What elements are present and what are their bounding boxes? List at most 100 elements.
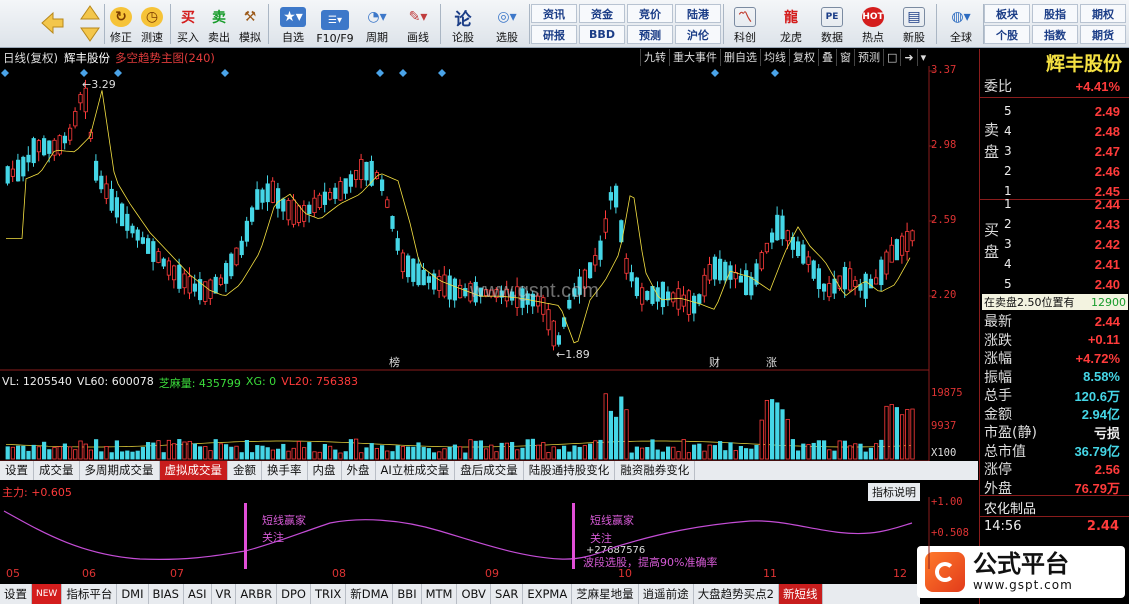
formula-tab[interactable]: BIAS bbox=[149, 584, 184, 604]
volume-bar bbox=[171, 443, 177, 460]
level: 5 bbox=[1004, 277, 1012, 291]
moving-average-button[interactable]: 均线 bbox=[760, 49, 789, 67]
indicator-tab[interactable]: 内盘 bbox=[308, 461, 342, 480]
new-stock-button[interactable]: ▤ 新股 bbox=[897, 3, 931, 45]
nine-turn-button[interactable]: 九转 bbox=[640, 49, 669, 67]
favorites-button[interactable]: ★▾ 自选 bbox=[273, 3, 313, 45]
single-stock-button[interactable]: 个股 bbox=[984, 25, 1030, 44]
news-button[interactable]: 资讯 bbox=[531, 4, 577, 23]
buy-level-row[interactable]: 1 2.44 bbox=[980, 194, 1129, 214]
sector-button[interactable]: 板块 bbox=[984, 4, 1030, 23]
formula-tab[interactable]: MTM bbox=[422, 584, 458, 604]
stock-index-button[interactable]: 股指 bbox=[1032, 4, 1078, 23]
futures-button[interactable]: 期货 bbox=[1080, 25, 1126, 44]
period-button[interactable]: ◔▾ 周期 bbox=[358, 3, 396, 45]
dragon-tiger-button[interactable]: 龍 龙虎 bbox=[774, 3, 808, 45]
sell-level-row[interactable]: 3 2.47 bbox=[980, 141, 1129, 161]
formula-tab[interactable]: 逍遥前途 bbox=[639, 584, 694, 604]
predict-button[interactable]: 预测 bbox=[854, 49, 883, 67]
sector-name[interactable]: 农化制品 bbox=[984, 498, 1036, 517]
formula-tab[interactable]: ARBR bbox=[236, 584, 278, 604]
square-icon[interactable]: □ bbox=[883, 49, 900, 67]
sell-level-row[interactable]: 5 2.49 bbox=[980, 101, 1129, 121]
indicator-tab[interactable]: 换手率 bbox=[262, 461, 308, 480]
funds-button[interactable]: 资金 bbox=[579, 4, 625, 23]
index-button[interactable]: 指数 bbox=[1032, 25, 1078, 44]
formula-tab[interactable]: DMI bbox=[117, 584, 149, 604]
adjust-button[interactable]: 复权 bbox=[789, 49, 818, 67]
new-badge[interactable]: NEW bbox=[32, 584, 63, 604]
data-button[interactable]: PE 数据 bbox=[815, 3, 849, 45]
formula-tab[interactable]: 指标平台 bbox=[62, 584, 118, 604]
shanghai-london-button[interactable]: 沪伦 bbox=[675, 25, 721, 44]
chart-canvas[interactable] bbox=[0, 66, 978, 461]
indicator-name[interactable]: 多空趋势主图(240) bbox=[115, 50, 215, 66]
buy-level-row[interactable]: 3 2.42 bbox=[980, 234, 1129, 254]
sell-level-row[interactable]: 2 2.46 bbox=[980, 161, 1129, 181]
window-button[interactable]: 窗 bbox=[836, 49, 854, 67]
hot-button[interactable]: HOT 热点 bbox=[856, 3, 890, 45]
research-button[interactable]: 研报 bbox=[531, 25, 577, 44]
overlay-button[interactable]: 叠 bbox=[818, 49, 836, 67]
kechuang-button[interactable]: 〽 科创 bbox=[728, 3, 762, 45]
back-arrow-button[interactable] bbox=[36, 6, 68, 40]
indicator-tab[interactable]: 外盘 bbox=[342, 461, 376, 480]
volume-bar bbox=[364, 447, 369, 460]
auction-button[interactable]: 竞价 bbox=[627, 4, 673, 23]
indicator-tab[interactable]: 盘后成交量 bbox=[455, 461, 524, 480]
volume-y-tick: 9937 bbox=[931, 420, 957, 432]
indicator-tab[interactable]: 金额 bbox=[228, 461, 262, 480]
formula-tab[interactable]: 芝麻星地量 bbox=[572, 584, 639, 604]
indicator-tab[interactable]: 多周期成交量 bbox=[80, 461, 160, 480]
formula-tab[interactable]: 大盘趋势买点2 bbox=[694, 584, 780, 604]
up-arrow-button[interactable] bbox=[78, 4, 102, 22]
buy-level-row[interactable]: 4 2.41 bbox=[980, 254, 1129, 274]
candle-body bbox=[255, 189, 260, 210]
draw-line-button[interactable]: ✎▾ 画线 bbox=[399, 3, 437, 45]
indicator-tab[interactable]: 虚拟成交量 bbox=[159, 461, 228, 480]
indicator-tab[interactable]: 设置 bbox=[0, 461, 34, 480]
remove-favorite-button[interactable]: 删自选 bbox=[720, 49, 760, 67]
formula-tab[interactable]: 新DMA bbox=[346, 584, 394, 604]
sell-level-row[interactable]: 4 2.48 bbox=[980, 121, 1129, 141]
bbd-button[interactable]: BBD bbox=[579, 25, 625, 44]
buy-button[interactable]: 买 买入 bbox=[173, 3, 203, 45]
formula-tab[interactable]: TRIX bbox=[311, 584, 347, 604]
formula-tab[interactable]: OBV bbox=[457, 584, 491, 604]
forecast-button[interactable]: 预测 bbox=[627, 25, 673, 44]
formula-tab[interactable]: SAR bbox=[491, 584, 524, 604]
hk-connect-button[interactable]: 陆港 bbox=[675, 4, 721, 23]
indicator-tab[interactable]: AI立桩成交量 bbox=[376, 461, 456, 480]
candle-body bbox=[36, 140, 42, 153]
down-arrow-button[interactable] bbox=[78, 25, 102, 43]
major-events-button[interactable]: 重大事件 bbox=[669, 49, 720, 67]
formula-tab[interactable]: 设置 bbox=[0, 584, 32, 604]
select-stock-button[interactable]: ◎▾ 选股 bbox=[487, 3, 527, 45]
arrow-right-icon[interactable]: ➜ bbox=[900, 49, 916, 67]
event-mark[interactable]: 财 bbox=[709, 354, 720, 370]
period-label[interactable]: 日线(复权) bbox=[3, 50, 58, 66]
indicator-tab[interactable]: 融资融券变化 bbox=[615, 461, 696, 480]
indicator-tab[interactable]: 成交量 bbox=[34, 461, 80, 480]
repair-button[interactable]: ↻ 修正 bbox=[106, 3, 136, 45]
event-mark[interactable]: 榜 bbox=[389, 354, 400, 370]
simulate-button[interactable]: ⚒ 模拟 bbox=[235, 3, 265, 45]
event-mark[interactable]: 涨 bbox=[766, 354, 777, 370]
formula-tab[interactable]: VR bbox=[212, 584, 237, 604]
speed-test-button[interactable]: ◷ 测速 bbox=[137, 3, 167, 45]
options-button[interactable]: 期权 bbox=[1080, 4, 1126, 23]
menu-down-icon[interactable]: ▾ bbox=[916, 49, 930, 67]
formula-tab[interactable]: 新短线 bbox=[779, 584, 823, 604]
formula-tab[interactable]: ASI bbox=[184, 584, 212, 604]
formula-tab[interactable]: EXPMA bbox=[523, 584, 573, 604]
volume-bar bbox=[343, 451, 348, 460]
buy-level-row[interactable]: 2 2.43 bbox=[980, 214, 1129, 234]
sell-button[interactable]: 卖 卖出 bbox=[204, 3, 234, 45]
f10-button[interactable]: ☰▾ F10/F9 bbox=[314, 3, 356, 45]
formula-tab[interactable]: DPO bbox=[277, 584, 311, 604]
indicator-tab[interactable]: 陆股通持股变化 bbox=[524, 461, 616, 480]
discuss-button[interactable]: 论 论股 bbox=[446, 3, 480, 45]
buy-level-row[interactable]: 5 2.40 bbox=[980, 274, 1129, 294]
formula-tab[interactable]: BBI bbox=[393, 584, 422, 604]
global-button[interactable]: ◍▾ 全球 bbox=[941, 3, 981, 45]
